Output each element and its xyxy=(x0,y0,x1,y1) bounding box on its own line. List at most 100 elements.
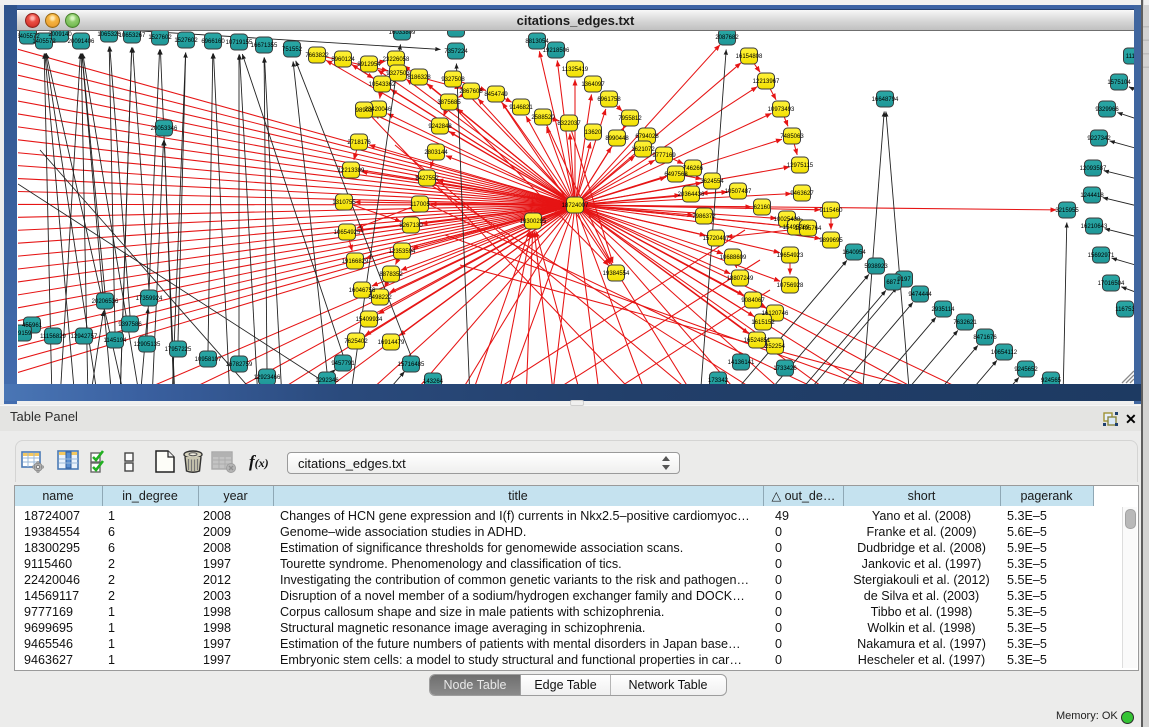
svg-text:1527602: 1527602 xyxy=(148,35,172,41)
svg-text:9084067: 9084067 xyxy=(741,298,765,304)
svg-text:8960124: 8960124 xyxy=(331,57,355,63)
svg-text:19654923: 19654923 xyxy=(777,253,804,259)
svg-text:18300295: 18300295 xyxy=(520,219,547,225)
svg-text:19166829: 19166829 xyxy=(342,259,369,265)
svg-text:116753: 116753 xyxy=(1115,307,1134,313)
svg-text:39159: 39159 xyxy=(18,331,32,337)
svg-text:16154808: 16154808 xyxy=(736,54,763,60)
svg-text:16648794: 16648794 xyxy=(872,97,899,103)
svg-text:19384554: 19384554 xyxy=(603,271,630,277)
svg-text:8427552: 8427552 xyxy=(415,176,439,182)
svg-text:2087682: 2087682 xyxy=(715,35,739,41)
svg-text:16782759: 16782759 xyxy=(226,362,253,368)
svg-text:8912954: 8912954 xyxy=(357,62,381,68)
svg-text:15495764: 15495764 xyxy=(795,226,822,232)
svg-text:5938923: 5938923 xyxy=(864,264,888,270)
svg-text:1527602: 1527602 xyxy=(174,38,198,44)
svg-text:8471676: 8471676 xyxy=(973,335,997,341)
svg-text:20091406: 20091406 xyxy=(68,39,95,45)
svg-text:9474444: 9474444 xyxy=(908,292,932,298)
svg-text:8267130: 8267130 xyxy=(399,223,423,229)
svg-text:18807249: 18807249 xyxy=(727,276,754,282)
svg-text:10958107: 10958107 xyxy=(195,357,222,363)
svg-text:5498222: 5498222 xyxy=(368,295,392,301)
svg-text:20364436: 20364436 xyxy=(678,192,705,198)
svg-text:20206536: 20206536 xyxy=(92,299,119,305)
svg-text:2935114: 2935114 xyxy=(932,307,956,313)
svg-text:10025438: 10025438 xyxy=(774,217,801,223)
svg-text:11156829: 11156829 xyxy=(40,334,66,340)
svg-text:15692971: 15692971 xyxy=(1088,253,1115,259)
svg-text:7955812: 7955812 xyxy=(618,116,642,122)
svg-text:12905135: 12905135 xyxy=(134,342,161,348)
svg-text:1310755: 1310755 xyxy=(332,200,356,206)
svg-text:2867608: 2867608 xyxy=(459,89,483,95)
svg-text:2588520: 2588520 xyxy=(531,115,555,121)
svg-text:117005: 117005 xyxy=(410,202,430,208)
svg-text:10973493: 10973493 xyxy=(768,107,795,113)
svg-text:8186328: 8186328 xyxy=(407,75,431,81)
svg-text:9457791: 9457791 xyxy=(331,361,355,367)
svg-text:9327508: 9327508 xyxy=(441,77,465,83)
svg-text:1615152: 1615152 xyxy=(751,320,775,326)
svg-text:10654925: 10654925 xyxy=(334,230,361,236)
svg-text:9397586: 9397586 xyxy=(118,322,142,328)
svg-text:1145194: 1145194 xyxy=(104,338,128,344)
svg-text:8990448: 8990448 xyxy=(605,136,629,142)
svg-text:6961758: 6961758 xyxy=(597,97,621,103)
svg-text:3215955: 3215955 xyxy=(1055,208,1079,214)
svg-text:7632621: 7632621 xyxy=(953,320,977,326)
svg-text:8813054: 8813054 xyxy=(525,39,549,45)
svg-text:1244418: 1244418 xyxy=(1080,193,1104,199)
svg-text:1405572: 1405572 xyxy=(32,39,56,45)
svg-text:2718176: 2718176 xyxy=(347,140,371,146)
svg-text:20053346: 20053346 xyxy=(151,126,178,132)
svg-text:16046756: 16046756 xyxy=(349,288,376,294)
svg-text:8322037: 8322037 xyxy=(557,121,581,127)
svg-text:9146821: 9146821 xyxy=(509,105,533,111)
svg-text:12213389: 12213389 xyxy=(338,168,365,174)
svg-text:98903: 98903 xyxy=(356,108,373,114)
svg-text:12923466: 12923466 xyxy=(254,375,281,381)
svg-text:2803144: 2803144 xyxy=(424,150,448,156)
svg-text:17359924: 17359924 xyxy=(136,296,163,302)
svg-text:19218506: 19218506 xyxy=(543,48,570,54)
svg-text:3624554: 3624554 xyxy=(700,179,724,185)
svg-text:924565: 924565 xyxy=(1041,378,1062,384)
svg-text:15409934: 15409934 xyxy=(356,317,383,323)
svg-text:455961: 455961 xyxy=(22,323,43,329)
svg-text:16120746: 16120746 xyxy=(762,311,789,317)
svg-text:1733426: 1733426 xyxy=(773,366,797,372)
svg-text:9115460: 9115460 xyxy=(820,208,844,214)
svg-text:3875685: 3875685 xyxy=(437,100,461,106)
svg-text:15716485: 15716485 xyxy=(398,362,425,368)
svg-text:9227342: 9227342 xyxy=(1087,136,1111,142)
svg-text:7663822: 7663822 xyxy=(305,53,329,59)
svg-text:10543362: 10543362 xyxy=(369,82,396,88)
svg-text:18724007: 18724007 xyxy=(562,203,589,209)
svg-text:17016504: 17016504 xyxy=(1098,281,1125,287)
svg-text:12093587: 12093587 xyxy=(1080,166,1107,172)
svg-text:15720407: 15720407 xyxy=(703,236,730,242)
svg-text:6497568: 6497568 xyxy=(664,172,688,178)
svg-text:12975115: 12975115 xyxy=(787,163,814,169)
svg-text:13620: 13620 xyxy=(585,130,602,136)
svg-text:252254: 252254 xyxy=(765,344,786,350)
svg-text:7485063: 7485063 xyxy=(780,134,804,140)
svg-text:1364097: 1364097 xyxy=(581,82,605,88)
svg-text:1117: 1117 xyxy=(1126,54,1134,60)
svg-text:10654112: 10654112 xyxy=(991,350,1018,356)
svg-text:16210643: 16210643 xyxy=(1081,224,1108,230)
svg-text:11325419: 11325419 xyxy=(562,67,589,73)
svg-text:14136141: 14136141 xyxy=(728,360,755,366)
svg-text:6794028: 6794028 xyxy=(635,134,659,140)
svg-text:6966160: 6966160 xyxy=(201,39,225,45)
svg-text:957224: 957224 xyxy=(446,31,467,33)
svg-text:1640954: 1640954 xyxy=(842,250,866,256)
svg-text:9329966: 9329966 xyxy=(1095,107,1119,113)
svg-text:143264: 143264 xyxy=(423,379,444,384)
svg-text:12213967: 12213967 xyxy=(753,79,780,85)
svg-text:8878352: 8878352 xyxy=(379,272,403,278)
svg-text:12353594: 12353594 xyxy=(389,249,416,255)
svg-text:17957225: 17957225 xyxy=(165,347,192,353)
